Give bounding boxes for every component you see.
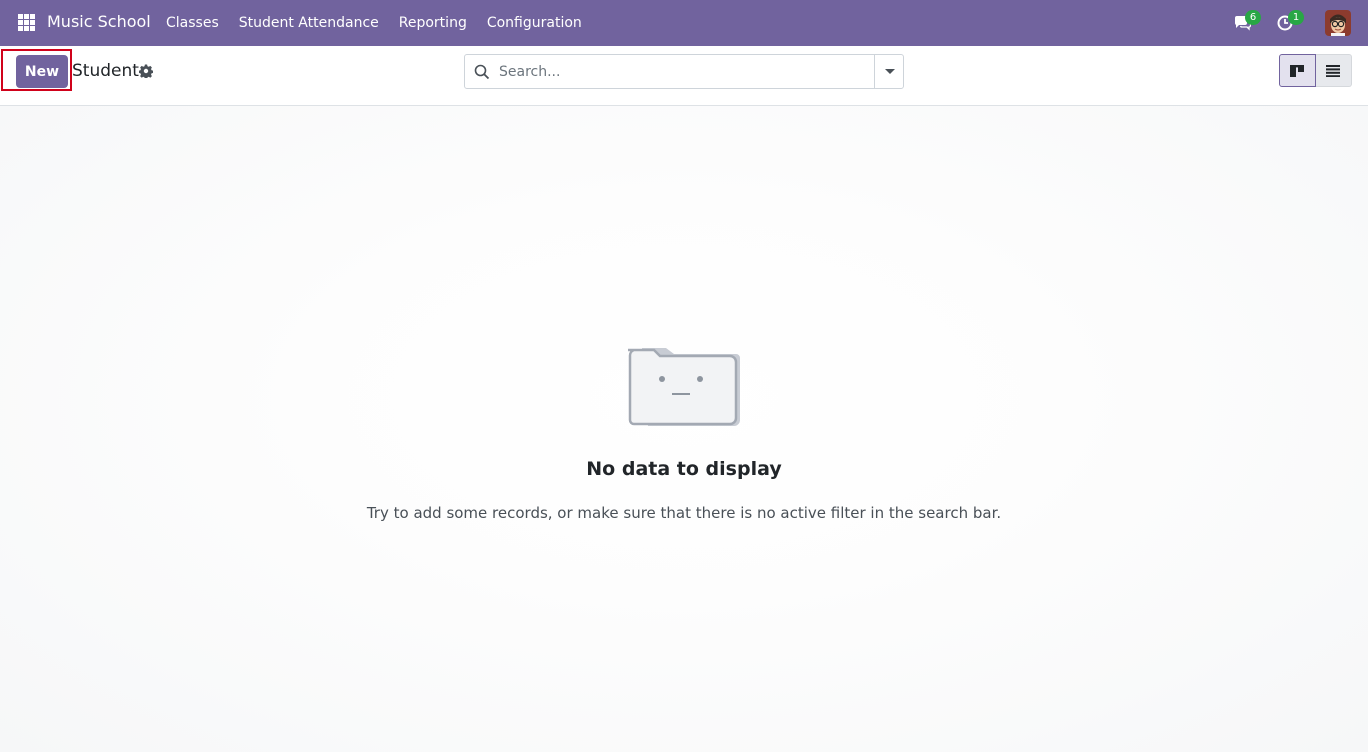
- breadcrumb: Student: [72, 61, 139, 81]
- kanban-icon: [1290, 64, 1305, 77]
- search-bar: [464, 54, 904, 89]
- empty-folder-icon: [628, 348, 740, 426]
- gear-icon[interactable]: [139, 64, 153, 78]
- empty-state-description: Try to add some records, or make sure th…: [366, 504, 1002, 522]
- list-view-button[interactable]: [1315, 54, 1352, 87]
- messages-button[interactable]: 6: [1233, 10, 1261, 33]
- control-panel: New Student: [0, 46, 1368, 106]
- messages-badge: 6: [1245, 10, 1261, 25]
- main-menu: Classes Student Attendance Reporting Con…: [156, 0, 592, 46]
- search-options-toggle[interactable]: [874, 55, 903, 88]
- menu-item-classes[interactable]: Classes: [156, 0, 229, 46]
- new-button[interactable]: New: [16, 55, 68, 88]
- list-icon: [1326, 64, 1341, 77]
- caret-down-icon: [885, 69, 895, 74]
- view-switcher: [1279, 54, 1352, 87]
- empty-state-title: No data to display: [586, 458, 782, 480]
- top-navbar: Music School Classes Student Attendance …: [0, 0, 1368, 46]
- apps-menu-icon[interactable]: [18, 14, 35, 31]
- search-input[interactable]: [499, 60, 869, 84]
- menu-item-reporting[interactable]: Reporting: [389, 0, 477, 46]
- user-avatar[interactable]: [1325, 10, 1351, 36]
- activities-button[interactable]: 1: [1276, 10, 1304, 33]
- search-icon: [474, 64, 490, 80]
- menu-item-student-attendance[interactable]: Student Attendance: [229, 0, 389, 46]
- main-content: No data to display Try to add some recor…: [0, 106, 1368, 752]
- menu-item-configuration[interactable]: Configuration: [477, 0, 592, 46]
- activities-badge: 1: [1288, 10, 1304, 25]
- app-brand[interactable]: Music School: [47, 12, 151, 31]
- kanban-view-button[interactable]: [1279, 54, 1316, 87]
